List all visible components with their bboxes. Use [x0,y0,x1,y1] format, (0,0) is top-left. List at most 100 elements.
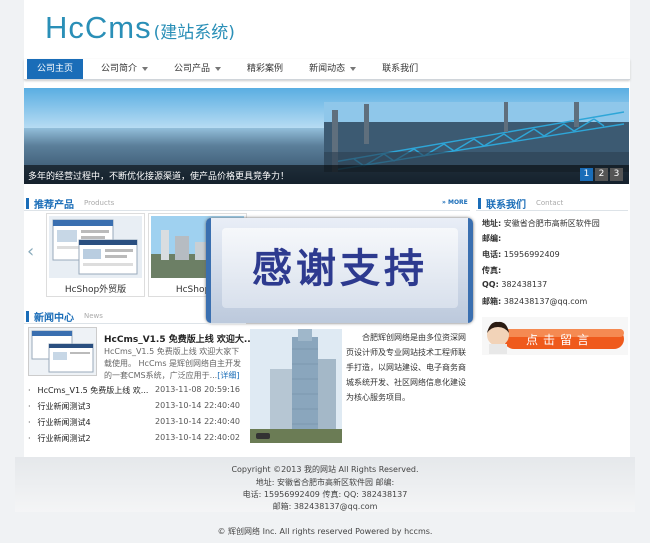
nav-item-label: 联系我们 [382,64,419,74]
news-item-title: HcCms_V1.5 免费版上线 欢... [37,386,149,395]
contact-title: 联系我们 [486,199,526,211]
bullet-icon: · [28,402,31,411]
contact-zip-label: 邮编: [482,234,502,243]
news-item-date: 2013-10-14 22:40:02 [155,433,240,442]
contact-address-value: 安徽省合肥市高新区软件园 [503,219,600,228]
news-list-item[interactable]: · 行业新闻测试3 2013-10-14 22:40:40 [28,401,240,415]
footer-powered: © 辉创网络 Inc. All rights reserved Powered … [217,527,433,536]
products-header-bar [26,197,29,209]
chevron-down-icon [142,66,149,71]
banner-slider[interactable]: 多年的经营过程中，不断优化接源渠道，使产品价格更具竞争力！ 123 [24,88,629,184]
nav-item[interactable]: 联系我们 [374,59,426,79]
contact-email-value: 382438137@qq.com [503,297,588,306]
message-button-label: 点击留言 [526,333,595,347]
nav-item[interactable]: 新闻动态 [301,59,364,79]
bullet-icon: · [28,386,31,395]
news-item-title-wrap: · 行业新闻测试2 [28,433,91,447]
product-label: HcShop外贸版 [64,285,127,295]
news-featured-desc: HcCms_V1.5 免费版上线 欢迎大家下载使用。 HcCms 是辉创网络自主… [104,346,246,382]
nav-item[interactable]: 公司简介 [93,59,156,79]
contact-phone: 电话: 15956992409 [482,249,560,260]
news-list-item[interactable]: · HcCms_V1.5 免费版上线 欢... 2013-11-08 20:59:1… [28,385,240,399]
news-list-item[interactable]: · 行业新闻测试2 2013-10-14 22:40:02 [28,433,240,447]
news-item-date: 2013-10-14 22:40:40 [155,417,240,426]
chevron-left-icon[interactable]: ‹ [27,241,34,262]
contact-email-label: 邮箱: [482,297,502,306]
logo-text-en: HcCms [45,10,152,45]
news-item-date: 2013-10-14 22:40:40 [155,401,240,410]
banner-pagination: 123 [580,168,623,181]
news-featured-thumbnail[interactable] [28,327,97,376]
product-thumbnail [49,216,142,278]
news-title-en: News [84,312,103,320]
news-header-bar [26,310,29,322]
contact-address-label: 地址: [482,219,502,228]
more-label: MORE [447,199,468,206]
about-text: 合肥辉创网络是由多位资深网页设计师及专业网站技术工程师联手打造，以网站建设、电子… [346,333,466,402]
chevron-down-icon [215,66,222,71]
banner-page-button[interactable]: 1 [580,168,593,181]
news-item-title-wrap: · 行业新闻测试4 [28,417,91,431]
news-item-date: 2013-11-08 20:59:16 [155,385,240,394]
divider [476,210,628,211]
products-header: 推荐产品 Products [26,196,115,211]
news-title: 新闻中心 [34,312,74,324]
popup-text: 感谢支持 [252,246,428,292]
bullet-icon: · [28,418,31,427]
contact-zip: 邮编: [482,233,501,244]
footer-address: 地址: 安徽省合肥市高新区软件园 邮编: [255,478,395,487]
news-item-title-wrap: · HcCms_V1.5 免费版上线 欢... [28,385,148,399]
banner-caption: 多年的经营过程中，不断优化接源渠道，使产品价格更具竞争力！ [28,172,290,182]
nav-item-label: 精彩案例 [247,64,284,74]
about-building-image [250,329,342,443]
news-item-title-wrap: · 行业新闻测试3 [28,401,91,415]
popup-frame-left [206,218,211,323]
products-title: 推荐产品 [34,199,74,211]
news-item-title: 行业新闻测试2 [37,434,91,443]
product-card[interactable]: HcShop外贸版 [46,213,145,297]
footer-phone-qq: 电话: 15956992409 传真: QQ: 382438137 [242,490,408,499]
contact-fax: 传真: [482,265,501,276]
nav-item[interactable]: 公司产品 [166,59,229,79]
contact-phone-label: 电话: [482,250,502,259]
leave-message-button[interactable]: 点击留言 [482,317,628,355]
contact-phone-value: 15956992409 [503,250,560,259]
nav-item-label: 新闻动态 [309,64,346,74]
contact-header: 联系我们 Contact [478,196,564,211]
contact-qq: QQ: 382438137 [482,280,547,289]
news-item-title: 行业新闻测试3 [37,402,91,411]
contact-qq-value: 382438137 [501,280,548,289]
nav-item-label: 公司产品 [174,64,211,74]
site-logo[interactable]: HcCms (建站系统) [45,10,235,48]
products-more-link[interactable]: » MORE [442,199,468,206]
nav-item[interactable]: 精彩案例 [239,59,291,79]
popup-inner-panel: 感谢支持 [222,228,458,308]
nav-item[interactable]: 公司主页 [27,59,84,79]
banner-page-button[interactable]: 3 [610,168,623,181]
thanks-support-popup[interactable]: 感谢支持 [206,218,473,323]
contact-address: 地址: 安徽省合肥市高新区软件园 [482,218,600,229]
news-item-title: 行业新闻测试4 [37,418,91,427]
contact-fax-label: 传真: [482,266,502,275]
contact-email: 邮箱: 382438137@qq.com [482,296,587,307]
divider [24,323,246,324]
banner-page-button[interactable]: 2 [595,168,608,181]
nav-item-label: 公司简介 [101,64,138,74]
divider [24,210,470,211]
news-featured-title[interactable]: HcCms_V1.5 免费版上线 欢迎大... [104,332,254,345]
main-nav: 公司主页 公司简介 公司产品 精彩案例 新闻动态 联系我们 [24,59,630,80]
products-title-en: Products [84,199,115,207]
contact-title-en: Contact [536,199,564,207]
chevron-down-icon [350,66,357,71]
news-header: 新闻中心 News [26,309,103,324]
more-arrows-icon: » [442,199,446,206]
news-list-item[interactable]: · 行业新闻测试4 2013-10-14 22:40:40 [28,417,240,431]
news-detail-link[interactable]: [详细] [217,371,239,380]
logo-text-cn: (建站系统) [153,23,235,43]
contact-qq-label: QQ: [482,280,499,289]
contact-header-bar [478,197,481,209]
bullet-icon: · [28,434,31,443]
nav-item-label: 公司主页 [37,64,74,74]
banner-industrial-image [324,102,629,172]
footer-email: 邮箱: 382438137@qq.com [272,502,378,511]
